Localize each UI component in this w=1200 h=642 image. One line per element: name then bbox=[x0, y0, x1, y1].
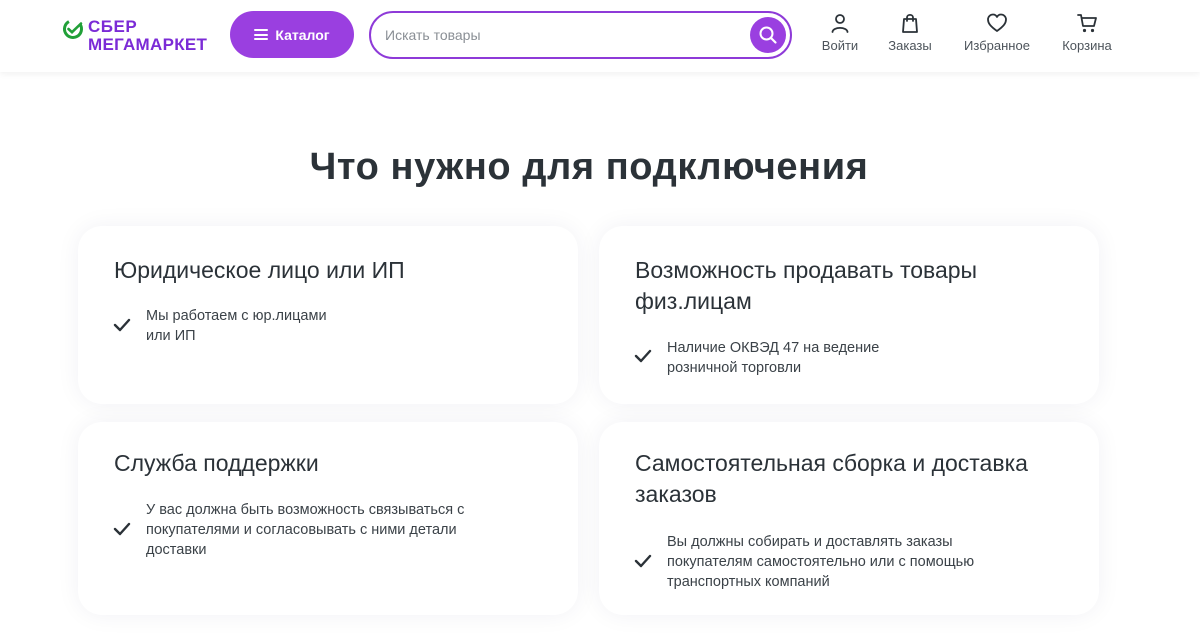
logo-line1: СБЕР bbox=[88, 17, 138, 36]
card-text: Вы должны собирать и доставлять заказы п… bbox=[667, 534, 975, 590]
sber-logo-icon bbox=[63, 19, 83, 39]
check-icon bbox=[113, 318, 131, 332]
page-title: Что нужно для подключения bbox=[309, 146, 869, 188]
nav-label: Заказы bbox=[888, 38, 932, 53]
catalog-button[interactable]: Каталог bbox=[230, 11, 354, 58]
nav-label: Избранное bbox=[964, 38, 1030, 53]
check-icon bbox=[113, 522, 131, 536]
card-text: Мы работаем с юр.лицами или ИП bbox=[146, 308, 327, 344]
requirement-card: Юридическое лицо или ИП Мы работаем с юр… bbox=[78, 226, 578, 404]
card-title: Юридическое лицо или ИП bbox=[114, 257, 405, 283]
card-title: Самостоятельная сборка и доставка заказо… bbox=[635, 450, 1028, 507]
cart-icon bbox=[1077, 14, 1097, 33]
card-title: Возможность продавать товары физ.лицам bbox=[635, 257, 978, 314]
card-title: Служба поддержки bbox=[114, 450, 319, 476]
requirement-card: Служба поддержки У вас должна быть возмо… bbox=[78, 422, 578, 615]
nav-login[interactable]: Войти bbox=[819, 12, 861, 60]
check-icon bbox=[634, 554, 652, 568]
check-icon bbox=[634, 349, 652, 363]
requirement-card: Возможность продавать товары физ.лицам Н… bbox=[599, 226, 1099, 404]
menu-icon bbox=[254, 29, 269, 40]
nav-favorites[interactable]: Избранное bbox=[960, 12, 1034, 60]
header: СБЕР МЕГАМАРКЕТ Каталог Войти Заказы bbox=[0, 0, 1200, 72]
search-bar bbox=[369, 11, 792, 59]
requirement-card: Самостоятельная сборка и доставка заказо… bbox=[599, 422, 1099, 615]
logo[interactable]: СБЕР МЕГАМАРКЕТ bbox=[62, 16, 222, 56]
nav-label: Корзина bbox=[1062, 38, 1112, 53]
catalog-label: Каталог bbox=[275, 26, 330, 43]
card-text: Наличие ОКВЭД 47 на ведение розничной то… bbox=[667, 340, 880, 376]
search-button[interactable] bbox=[750, 17, 786, 53]
nav-orders[interactable]: Заказы bbox=[886, 12, 934, 60]
bag-icon bbox=[902, 13, 918, 33]
nav-label: Войти bbox=[821, 38, 859, 53]
heart-icon bbox=[987, 13, 1007, 32]
search-icon bbox=[759, 26, 777, 44]
card-text: У вас должна быть возможность связыватьс… bbox=[146, 502, 465, 558]
search-input[interactable] bbox=[385, 23, 745, 47]
nav-cart[interactable]: Корзина bbox=[1058, 12, 1116, 60]
logo-line2: МЕГАМАРКЕТ bbox=[88, 35, 208, 54]
user-icon bbox=[831, 14, 849, 33]
